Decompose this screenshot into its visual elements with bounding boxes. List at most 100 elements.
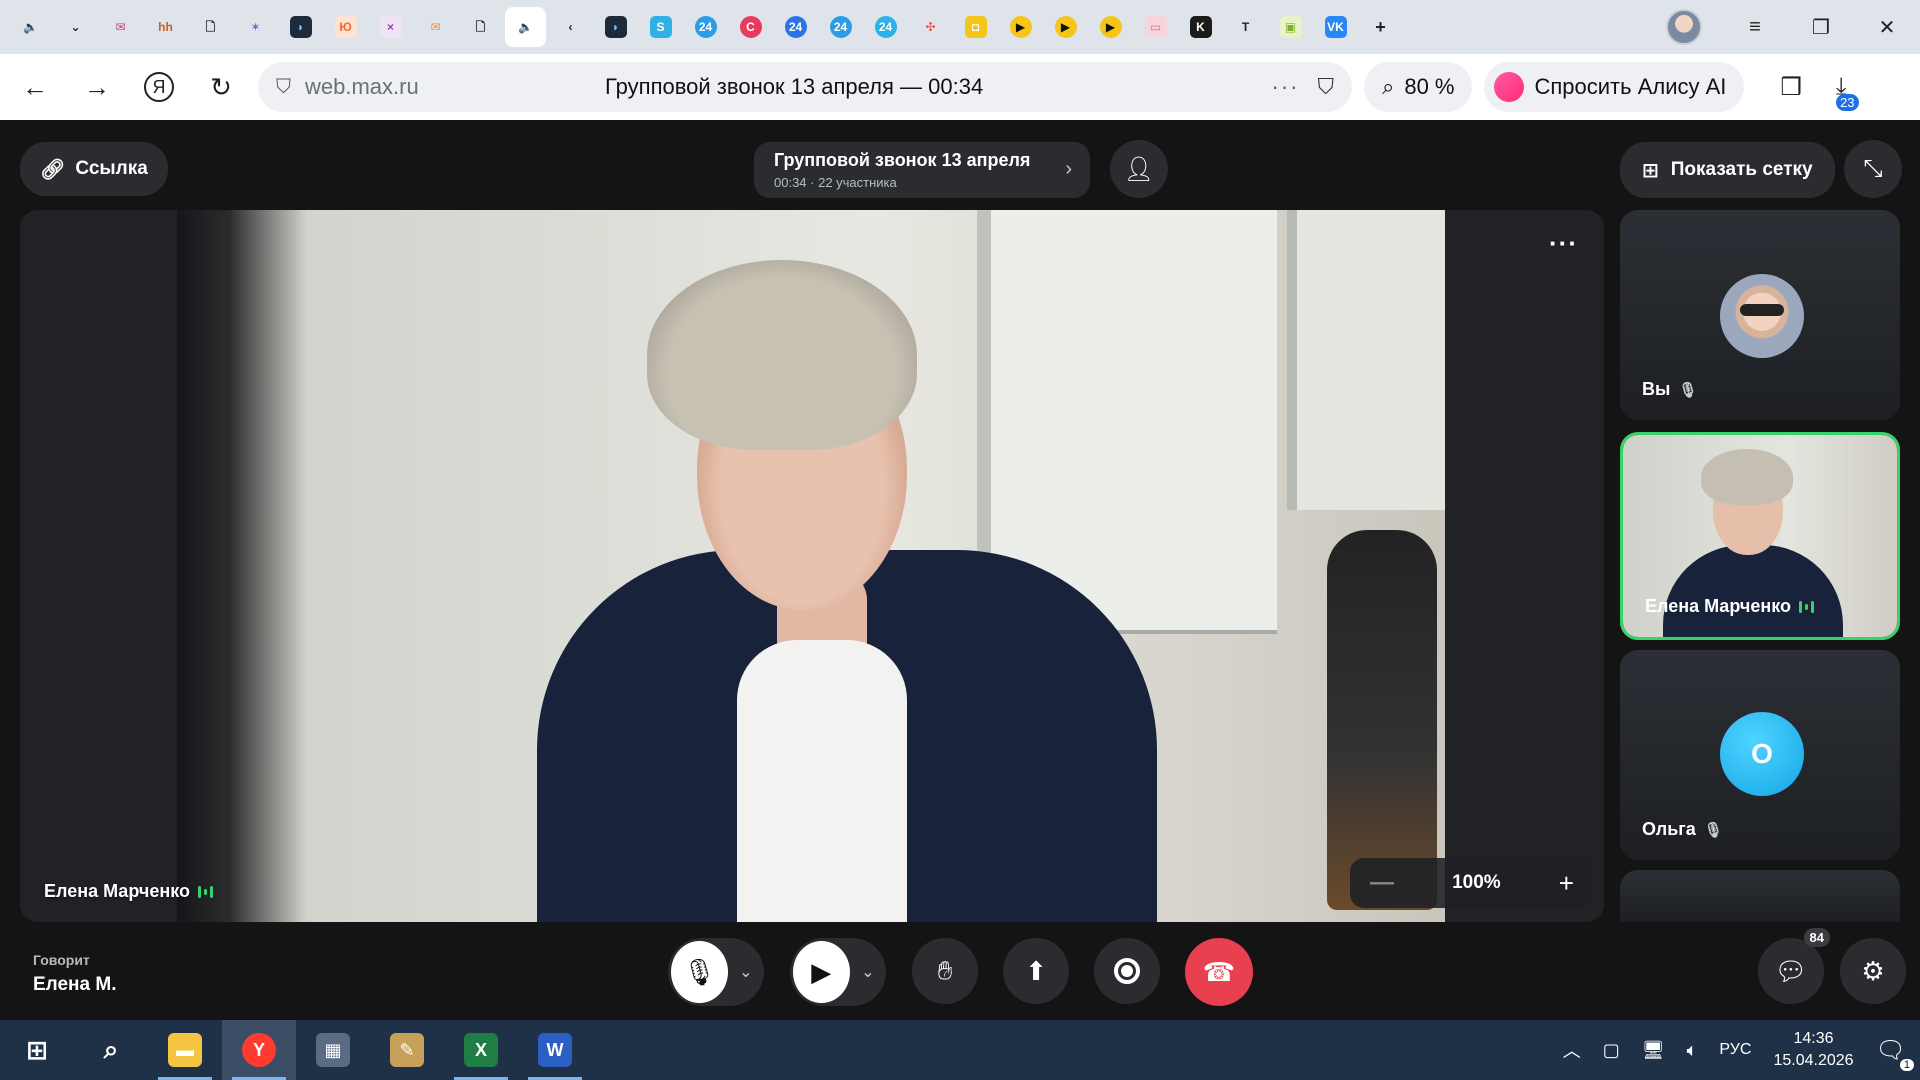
tab-active-sound[interactable]: 🔈	[505, 7, 546, 47]
raise-hand-button[interactable]: ✋︎	[912, 938, 978, 1004]
video-whiteboard-2	[1287, 210, 1445, 510]
notifications-icon[interactable]: 🗨︎ 1	[1876, 1036, 1914, 1071]
window-close-button[interactable]: ✕	[1854, 0, 1920, 54]
settings-button[interactable]: ⚙︎	[1840, 938, 1906, 1004]
reload-button[interactable]: ↻	[194, 60, 248, 114]
navbar-right: ❒ ⤓ 23	[1780, 73, 1859, 111]
camera-toggle-button[interactable]: ▶︎	[793, 941, 850, 1003]
tab-skype[interactable]: S	[640, 7, 681, 47]
network-icon[interactable]: 🖥︎	[1642, 1040, 1665, 1061]
tab-app-1-icon: ◗	[289, 16, 312, 38]
tab-green[interactable]: ▣	[1270, 7, 1311, 47]
mic-off-icon: 🎙︎	[1678, 381, 1698, 399]
tab-envelope[interactable]: ✉	[415, 7, 456, 47]
tab-red[interactable]: C	[730, 7, 771, 47]
taskbar-clock[interactable]: 14:36 15.04.2026	[1773, 1028, 1853, 1072]
collections-icon[interactable]: ❒	[1780, 73, 1802, 102]
participant-tile-partial[interactable]	[1620, 870, 1900, 922]
tab-doc[interactable]: 🗋	[190, 7, 231, 47]
copy-link-button[interactable]: 🔗︎ Ссылка	[20, 142, 168, 196]
word-app-icon: W	[538, 1033, 572, 1067]
tab-pinwheel[interactable]: ✣	[910, 7, 951, 47]
tab-vk[interactable]: VK	[1315, 7, 1356, 47]
shield-icon[interactable]: ⛉	[276, 76, 291, 99]
tab-back[interactable]: ‹	[550, 7, 591, 47]
language-indicator[interactable]: РУС	[1719, 1041, 1751, 1059]
tab-hh[interactable]: hh	[145, 7, 186, 47]
video-more-icon[interactable]: ···	[1549, 228, 1578, 259]
call-title: Групповой звонок 13 апреля	[774, 150, 1031, 170]
tab-active-sound-icon: 🔈	[518, 20, 533, 34]
zoom-indicator[interactable]: ⌕ 80 %	[1364, 62, 1473, 112]
plus-icon: +	[1375, 17, 1386, 37]
tab-24-b[interactable]: 24	[775, 7, 816, 47]
tab-play-1[interactable]: ▶	[1000, 7, 1041, 47]
end-call-button[interactable]: ☎︎	[1185, 938, 1253, 1006]
tab-doc-2[interactable]: 🗋	[460, 7, 501, 47]
window-restore-button[interactable]: ❐	[1788, 0, 1854, 54]
show-grid-button[interactable]: ⊞ Показать сетку	[1620, 142, 1835, 198]
tab-24-a[interactable]: 24	[685, 7, 726, 47]
speaking-name: Елена М.	[33, 974, 117, 995]
paint-app[interactable]: ✎	[370, 1020, 444, 1080]
tab-k[interactable]: K	[1180, 7, 1221, 47]
tab-24-d[interactable]: 24	[865, 7, 906, 47]
start-button[interactable]: ⊞	[0, 1020, 74, 1080]
tab-app-2-icon: ◗	[604, 16, 627, 38]
search-button-icon: ⌕	[103, 1034, 119, 1064]
forward-button[interactable]: →	[70, 60, 124, 114]
tab-yellow[interactable]: ◘	[955, 7, 996, 47]
bookmark-icon[interactable]: ⛉	[1317, 74, 1334, 100]
tab-24-c[interactable]: 24	[820, 7, 861, 47]
participant-name: Ольга	[1642, 819, 1696, 839]
tray-chevron-icon[interactable]: ︿	[1563, 1037, 1581, 1063]
tab-pink[interactable]: ▭	[1135, 7, 1176, 47]
yandex-home-button[interactable]: Я	[132, 60, 186, 114]
tab-t[interactable]: T	[1225, 7, 1266, 47]
record-button[interactable]	[1094, 938, 1160, 1004]
address-bar[interactable]: ⛉ web.max.ru Групповой звонок 13 апреля …	[258, 62, 1352, 112]
tab-play-2[interactable]: ▶	[1045, 7, 1086, 47]
chat-button[interactable]: 💬︎ 84	[1758, 928, 1830, 1004]
zoom-in-button[interactable]: +	[1559, 868, 1574, 899]
zoom-out-button[interactable]: —	[1370, 869, 1394, 897]
tab-purple[interactable]: ×	[370, 7, 411, 47]
profile-avatar[interactable]	[1666, 9, 1702, 45]
back-button[interactable]: ←	[8, 60, 62, 114]
ask-alice-button[interactable]: Спросить Алису AI	[1484, 62, 1745, 112]
participant-label: Ольга 🎙︎	[1642, 819, 1723, 840]
downloads-icon[interactable]: ⤓ 23	[1836, 73, 1859, 111]
main-video-tile[interactable]: ··· Елена Марченко — 100% +	[20, 210, 1604, 922]
participant-tile-olga[interactable]: О Ольга 🎙︎	[1620, 650, 1900, 860]
tab-dropdown[interactable]: ⌄	[55, 7, 96, 47]
call-info-button[interactable]: Групповой звонок 13 апреля 00:34 · 22 уч…	[754, 142, 1090, 198]
explorer-app[interactable]: ▬	[148, 1020, 222, 1080]
collapse-button[interactable]: ⤡	[1844, 140, 1902, 198]
add-participant-button[interactable]: 👤︎	[1110, 140, 1168, 198]
screen-share-button[interactable]: ⬆︎	[1003, 938, 1069, 1004]
calculator-app[interactable]: ▦	[296, 1020, 370, 1080]
participant-tile-elena[interactable]: Елена Марченко	[1620, 432, 1900, 640]
search-button[interactable]: ⌕	[74, 1020, 148, 1080]
tab-sound[interactable]: 🔈	[10, 7, 51, 47]
new-tab-button[interactable]: +	[1360, 7, 1401, 47]
excel-app[interactable]: X	[444, 1020, 518, 1080]
more-icon[interactable]: ···	[1272, 74, 1300, 100]
camera-options-chevron-icon[interactable]: ⌄	[850, 962, 886, 982]
tab-red-icon: C	[739, 16, 762, 38]
browser-menu-button[interactable]: ≡	[1722, 0, 1788, 54]
tab-app-1[interactable]: ◗	[280, 7, 321, 47]
tray-device-icon[interactable]: ▢	[1603, 1040, 1620, 1061]
tab-star[interactable]: ✶	[235, 7, 276, 47]
volume-icon[interactable]: 🔈︎	[1687, 1040, 1698, 1061]
yandex-browser-app[interactable]: Y	[222, 1020, 296, 1080]
tab-play-3[interactable]: ▶	[1090, 7, 1131, 47]
word-app[interactable]: W	[518, 1020, 592, 1080]
mic-options-chevron-icon[interactable]: ⌄	[728, 962, 764, 982]
tab-orange[interactable]: Ю	[325, 7, 366, 47]
participant-tile-self[interactable]: Вы 🎙︎	[1620, 210, 1900, 420]
mic-toggle-button[interactable]: 🎙︎	[671, 941, 728, 1003]
tab-mail[interactable]: ✉	[100, 7, 141, 47]
camera-control: ▶︎ ⌄	[790, 938, 886, 1006]
tab-app-2[interactable]: ◗	[595, 7, 636, 47]
